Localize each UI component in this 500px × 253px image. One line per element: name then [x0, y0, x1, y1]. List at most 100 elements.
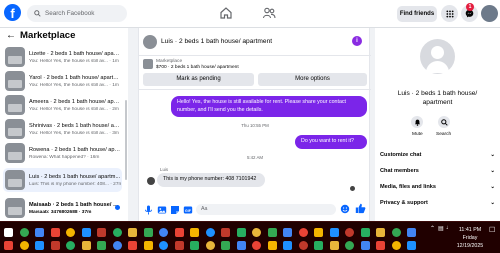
sticker-icon[interactable] [170, 205, 180, 215]
taskbar-app-icon[interactable] [4, 228, 13, 237]
conversation-item-active[interactable]: Luis · 2 beds 1 bath house/ apartm... Lu… [3, 168, 122, 192]
taskbar-app-icon[interactable] [19, 241, 29, 250]
customize-chat-row[interactable]: Customize chat ⌄ [380, 152, 495, 158]
taskbar-app-icon[interactable] [35, 228, 44, 237]
conversation-item[interactable]: Ameera · 2 beds 1 bath house/ apartm... … [3, 93, 122, 117]
taskbar-app-icon[interactable] [345, 228, 354, 237]
taskbar-app-icon[interactable] [128, 241, 137, 250]
taskbar-app-icon[interactable] [283, 241, 292, 250]
taskbar-app-icon[interactable] [112, 228, 122, 237]
taskbar-app-icon[interactable] [298, 241, 308, 250]
taskbar-app-icon[interactable] [360, 241, 370, 250]
home-icon[interactable] [219, 6, 233, 20]
taskbar-app-icon[interactable] [267, 228, 277, 237]
taskbar-app-icon[interactable] [4, 241, 13, 250]
taskbar-app-icon[interactable] [66, 241, 75, 250]
chat-list-scrollbar[interactable] [125, 100, 127, 180]
taskbar-app-icon[interactable] [66, 228, 75, 237]
message-input[interactable]: Aa [196, 204, 336, 215]
conversation-item[interactable]: Maisaab · 2 beds 1 bath house/ apart... … [3, 196, 122, 220]
taskbar-app-icon[interactable] [252, 241, 261, 250]
taskbar-app-icon[interactable] [391, 241, 401, 250]
taskbar-app-icon[interactable] [314, 241, 323, 250]
taskbar-app-icon[interactable] [159, 228, 168, 237]
conversation-item[interactable]: Rowena · 2 beds 1 bath house/ apart... R… [3, 141, 122, 165]
taskbar-app-icon[interactable] [314, 228, 323, 237]
taskbar-app-icon[interactable] [35, 241, 44, 250]
sender-avatar[interactable] [147, 177, 155, 185]
taskbar-app-icon[interactable] [159, 241, 168, 250]
taskbar-app-icon[interactable] [345, 241, 354, 250]
friends-icon[interactable] [262, 6, 276, 20]
taskbar-app-icon[interactable] [236, 228, 246, 237]
contact-avatar[interactable] [143, 35, 157, 49]
conversation-item[interactable]: Shrinivas · 2 beds 1 bath house/ apa... … [3, 117, 122, 141]
listing-thumbnail[interactable] [143, 59, 153, 69]
taskbar-app-icon[interactable] [236, 241, 246, 250]
listing-thumbnail [5, 143, 25, 163]
search-facebook-input[interactable]: Search Facebook [27, 5, 127, 22]
photo-icon[interactable] [157, 205, 167, 215]
taskbar-app-icon[interactable] [252, 228, 261, 237]
thumbs-up-icon[interactable] [355, 203, 366, 214]
taskbar-app-icon[interactable] [81, 241, 91, 250]
listing-text[interactable]: $700 · 2 beds 1 bath house/ apartment [156, 65, 239, 70]
emoji-icon[interactable] [340, 204, 350, 214]
taskbar-app-icon[interactable] [128, 228, 137, 237]
taskbar-app-icon[interactable] [329, 241, 339, 250]
incoming-message: This is my phone number: 408 7101942 [157, 173, 265, 187]
conversation-item[interactable]: Yarol · 2 beds 1 bath house/ apartm... Y… [3, 69, 122, 93]
volume-icon[interactable]: ♩ [446, 225, 452, 231]
mark-as-pending-button[interactable]: Mark as pending [143, 73, 254, 86]
tray-chevron-icon[interactable]: ⌃ [430, 225, 435, 232]
conversation-title[interactable]: Luis · 2 beds 1 bath house/ apartment [161, 38, 272, 45]
network-icon[interactable]: ▤ [438, 225, 444, 232]
taskbar-app-icon[interactable] [97, 228, 106, 237]
taskbar-app-icon[interactable] [407, 228, 416, 237]
taskbar-app-icon[interactable] [50, 228, 60, 237]
media-files-links-row[interactable]: Media, files and links ⌄ [380, 184, 495, 190]
conversation-preview: Maisaab: 3476802688 · 37m [29, 209, 92, 215]
find-friends-button[interactable]: Find friends [397, 6, 437, 22]
chat-members-row[interactable]: Chat members ⌄ [380, 168, 495, 174]
conversation-item[interactable]: Lizette · 2 beds 1 bath house/ apartm...… [3, 45, 122, 69]
taskbar-app-icon[interactable] [360, 228, 370, 237]
taskbar-app-icon[interactable] [19, 228, 29, 237]
more-options-button[interactable]: More options [258, 73, 367, 86]
back-arrow-icon[interactable]: ← [6, 30, 16, 41]
gif-icon[interactable]: GIF [183, 205, 193, 215]
taskbar-app-icon[interactable] [298, 228, 308, 237]
taskbar-app-icon[interactable] [174, 228, 184, 237]
profile-avatar[interactable] [481, 5, 498, 22]
taskbar-app-icon[interactable] [50, 241, 60, 250]
info-icon[interactable]: i [352, 36, 362, 46]
taskbar-app-icon[interactable] [205, 228, 215, 237]
taskbar-app-icon[interactable] [221, 228, 230, 237]
system-clock[interactable]: 11:41 PM Friday 12/19/2025 [453, 226, 487, 250]
taskbar-app-icon[interactable] [329, 228, 339, 237]
mute-button[interactable] [411, 116, 423, 128]
taskbar-app-icon[interactable] [190, 228, 199, 237]
notifications-icon[interactable]: ☐ [489, 226, 495, 234]
taskbar-app-icon[interactable] [376, 228, 385, 237]
taskbar-app-icon[interactable] [205, 241, 215, 250]
taskbar-app-icon[interactable] [143, 241, 153, 250]
taskbar-app-icon[interactable] [221, 241, 230, 250]
taskbar-app-icon[interactable] [376, 241, 385, 250]
taskbar-app-icon[interactable] [112, 241, 122, 250]
privacy-support-row[interactable]: Privacy & support ⌄ [380, 200, 495, 206]
taskbar-app-icon[interactable] [267, 241, 277, 250]
taskbar-app-icon[interactable] [81, 228, 91, 237]
taskbar-app-icon[interactable] [190, 241, 199, 250]
taskbar-app-icon[interactable] [407, 241, 416, 250]
facebook-logo[interactable]: f [4, 4, 21, 21]
taskbar-app-icon[interactable] [174, 241, 184, 250]
taskbar-app-icon[interactable] [391, 228, 401, 237]
contact-avatar-large[interactable] [420, 39, 455, 74]
search-button[interactable] [438, 116, 450, 128]
taskbar-app-icon[interactable] [97, 241, 106, 250]
menu-button[interactable] [441, 5, 458, 22]
microphone-icon[interactable] [144, 205, 153, 215]
taskbar-app-icon[interactable] [283, 228, 292, 237]
taskbar-app-icon[interactable] [143, 228, 153, 237]
